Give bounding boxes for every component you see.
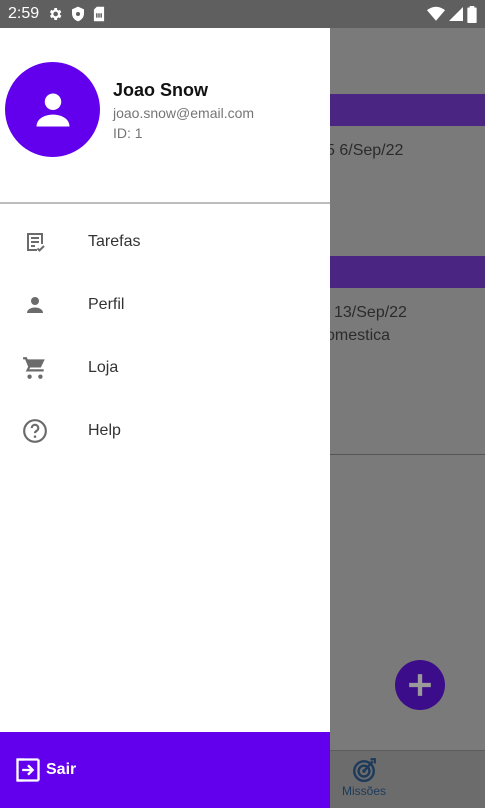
menu-item-loja[interactable]: Loja [0,336,330,399]
menu-item-perfil[interactable]: Perfil [0,273,330,336]
cart-icon [22,355,48,381]
card-date: 5 6/Sep/22 [326,142,404,159]
avatar[interactable] [5,62,100,157]
drawer-divider [0,202,330,204]
menu-item-tarefas[interactable]: Tarefas [0,210,330,273]
logout-icon [16,758,40,782]
settings-icon [47,6,63,22]
user-id: ID: 1 [113,125,143,141]
menu-item-label: Perfil [88,295,125,313]
logout-button[interactable]: Sair [0,732,330,808]
drawer-header: Joao Snow joao.snow@email.com ID: 1 [0,28,330,202]
menu-item-label: Help [88,421,121,439]
shield-icon [71,6,85,22]
drawer-menu: Tarefas Perfil Loja Help [0,210,330,462]
status-time: 2:59 [8,5,40,22]
plus-icon [409,674,431,696]
card-header [330,256,485,288]
person-icon [22,292,48,318]
person-icon [36,93,69,126]
target-icon [353,758,376,783]
divider [330,454,485,455]
navigation-drawer: Joao Snow joao.snow@email.com ID: 1 Tare… [0,28,330,808]
bottom-nav: Missões [330,750,485,808]
task-list-icon [22,229,48,255]
menu-item-help[interactable]: Help [0,399,330,462]
add-mission-button[interactable] [395,660,445,710]
menu-item-label: Tarefas [88,232,141,250]
nav-label: Missões [341,784,386,798]
card-category: omestica [326,327,391,344]
menu-item-label: Loja [88,358,119,376]
wifi-icon [427,6,445,22]
signal-icon [449,6,463,22]
user-email: joao.snow@email.com [113,105,255,121]
battery-icon [467,5,477,23]
status-bar: 2:59 [0,0,485,28]
card-date: 13/Sep/22 [334,304,407,321]
sim-card-icon [93,6,105,22]
logout-label: Sair [46,761,77,778]
card-header [330,94,485,126]
user-name: Joao Snow [113,80,209,100]
help-icon [22,418,48,444]
nav-missoes[interactable]: Missões [330,757,398,798]
